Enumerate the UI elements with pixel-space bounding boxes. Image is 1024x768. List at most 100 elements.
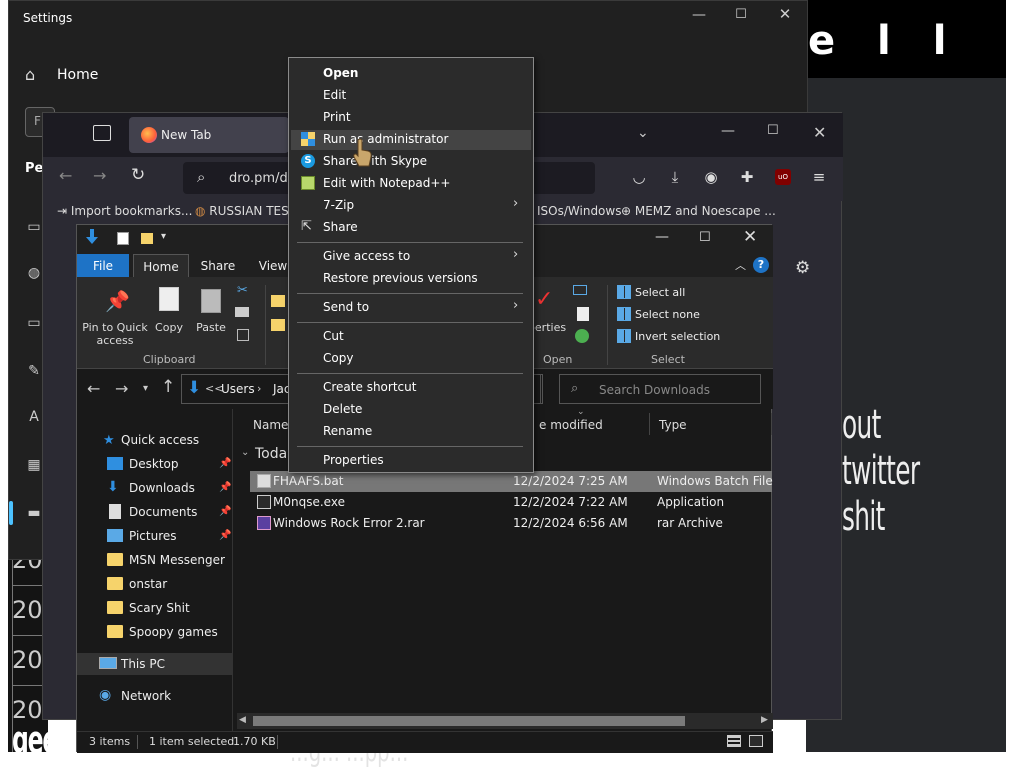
forward-arrow-icon[interactable]: →: [93, 166, 106, 185]
settings-minimize-button[interactable]: —: [689, 7, 709, 23]
tab-overview-icon[interactable]: [93, 125, 111, 141]
copy-to-icon[interactable]: [271, 319, 285, 331]
explorer-close-button[interactable]: ✕: [743, 227, 757, 247]
browser-minimize-button[interactable]: —: [721, 123, 735, 139]
chevron-up-icon[interactable]: ︿: [735, 257, 746, 273]
cut-icon[interactable]: ✂: [237, 283, 248, 298]
explorer-minimize-button[interactable]: —: [655, 229, 669, 245]
select-all-button[interactable]: Select all: [635, 286, 685, 299]
pin-to-quick-access-button[interactable]: Pin to Quick access: [81, 321, 149, 347]
nav-item-this-pc[interactable]: This PC: [121, 657, 165, 671]
column-divider[interactable]: [649, 413, 650, 435]
details-view-icon[interactable]: [727, 735, 741, 747]
menu-icon[interactable]: ≡: [809, 168, 829, 186]
download-icon[interactable]: ⤓: [665, 168, 685, 186]
pen-icon[interactable]: ✎: [25, 363, 43, 379]
paste-icon[interactable]: [201, 289, 221, 313]
language-icon[interactable]: A: [25, 409, 43, 425]
keyboard-icon[interactable]: ▬: [25, 505, 43, 521]
select-none-button[interactable]: Select none: [635, 308, 700, 321]
column-header-date-modified[interactable]: e modified: [539, 418, 603, 432]
menu-item-edit[interactable]: Edit: [323, 88, 346, 102]
new-folder-icon[interactable]: [141, 233, 153, 244]
scroll-right-icon[interactable]: ▶: [761, 715, 768, 725]
pin-icon[interactable]: 📌: [219, 482, 231, 493]
open-icon[interactable]: [573, 285, 587, 295]
history-icon[interactable]: [575, 329, 589, 343]
pin-icon[interactable]: 📌: [219, 458, 231, 469]
browser-close-button[interactable]: ✕: [813, 123, 826, 142]
menu-item-restore-previous-versions[interactable]: Restore previous versions: [323, 271, 478, 285]
copy-button[interactable]: Copy: [153, 321, 185, 334]
column-divider[interactable]: [771, 413, 772, 435]
account-icon[interactable]: ◉: [701, 168, 721, 186]
menu-item-run-as-administrator[interactable]: Run as administrator: [323, 132, 448, 146]
menu-item-share[interactable]: Share: [323, 220, 358, 234]
nav-item-scary-shit[interactable]: Scary Shit: [129, 601, 190, 615]
url-text[interactable]: dro.pm/d7: [229, 171, 296, 186]
back-arrow-icon[interactable]: ←: [59, 166, 72, 185]
ublock-icon[interactable]: uO: [775, 169, 791, 185]
tab-share[interactable]: Share: [193, 254, 243, 277]
extensions-icon[interactable]: ✚: [737, 168, 757, 186]
nav-item-downloads[interactable]: Downloads: [129, 481, 195, 495]
up-arrow-icon[interactable]: ↑: [161, 377, 175, 397]
pocket-icon[interactable]: ◡: [629, 168, 649, 186]
menu-item-give-access-to[interactable]: Give access to: [323, 249, 410, 263]
scroll-left-icon[interactable]: ◀: [239, 715, 246, 725]
group-header-today[interactable]: Toda: [255, 446, 287, 462]
copy-path-icon[interactable]: [235, 307, 249, 317]
menu-item-copy[interactable]: Copy: [323, 351, 353, 365]
copy-icon[interactable]: [159, 287, 179, 311]
bookmark-import[interactable]: ⇥ Import bookmarks...: [57, 204, 192, 218]
grid-icon[interactable]: ▦: [25, 457, 43, 473]
tab-view[interactable]: View: [253, 254, 293, 277]
menu-item-properties[interactable]: Properties: [323, 453, 384, 467]
palette-icon[interactable]: ◍: [25, 265, 43, 281]
column-header-name[interactable]: Name: [253, 418, 288, 432]
breadcrumb-users[interactable]: Users: [221, 382, 255, 396]
menu-item-rename[interactable]: Rename: [323, 424, 372, 438]
image-icon[interactable]: ▭: [25, 219, 43, 235]
back-arrow-icon[interactable]: ←: [87, 379, 100, 398]
file-name[interactable]: M0nqse.exe: [273, 495, 345, 509]
settings-home-link[interactable]: Home: [57, 67, 98, 83]
nav-item-quick-access[interactable]: Quick access: [121, 433, 199, 447]
menu-item-cut[interactable]: Cut: [323, 329, 344, 343]
home-icon[interactable]: ⌂: [25, 65, 35, 84]
invert-selection-button[interactable]: Invert selection: [635, 330, 720, 343]
menu-item-create-shortcut[interactable]: Create shortcut: [323, 380, 416, 394]
bookmark-russian-test[interactable]: ◍ RUSSIAN TEST: [195, 204, 296, 218]
column-header-type[interactable]: Type: [659, 418, 687, 432]
monitor-icon[interactable]: ▭: [25, 315, 43, 331]
bookmark-memz[interactable]: ⊕ MEMZ and Noescape ...: [621, 204, 776, 218]
paste-shortcut-icon[interactable]: [237, 329, 249, 341]
group-chevron-icon[interactable]: ⌄: [241, 447, 249, 458]
settings-maximize-button[interactable]: ☐: [731, 7, 751, 22]
properties-check-icon[interactable]: [117, 232, 129, 245]
move-to-icon[interactable]: [271, 295, 285, 307]
nav-item-network[interactable]: Network: [121, 689, 171, 703]
reload-icon[interactable]: ↻: [131, 165, 145, 185]
menu-item-7zip[interactable]: 7-Zip: [323, 198, 354, 212]
menu-item-print[interactable]: Print: [323, 110, 351, 124]
help-icon[interactable]: ?: [753, 257, 769, 273]
pin-icon[interactable]: 📌: [219, 530, 231, 541]
large-icons-view-icon[interactable]: [749, 735, 763, 747]
nav-item-onstar[interactable]: onstar: [129, 577, 167, 591]
pin-icon[interactable]: 📌: [219, 506, 231, 517]
edit-icon[interactable]: [577, 307, 589, 321]
file-name[interactable]: FHAAFS.bat: [273, 474, 343, 488]
menu-item-open[interactable]: Open: [323, 66, 358, 80]
paste-button[interactable]: Paste: [193, 321, 229, 334]
settings-close-button[interactable]: ✕: [775, 5, 795, 23]
bookmark-isos-windows[interactable]: ISOs/Windows: [537, 204, 621, 218]
recent-locations-chevron-icon[interactable]: ▾: [143, 383, 148, 394]
explorer-maximize-button[interactable]: ☐: [699, 230, 711, 245]
tab-home[interactable]: Home: [133, 254, 189, 277]
file-name[interactable]: Windows Rock Error 2.rar: [273, 516, 425, 530]
gear-icon[interactable]: ⚙: [795, 258, 810, 278]
chevron-down-icon[interactable]: ▾: [161, 231, 166, 242]
browser-maximize-button[interactable]: ☐: [767, 123, 779, 138]
menu-item-delete[interactable]: Delete: [323, 402, 362, 416]
